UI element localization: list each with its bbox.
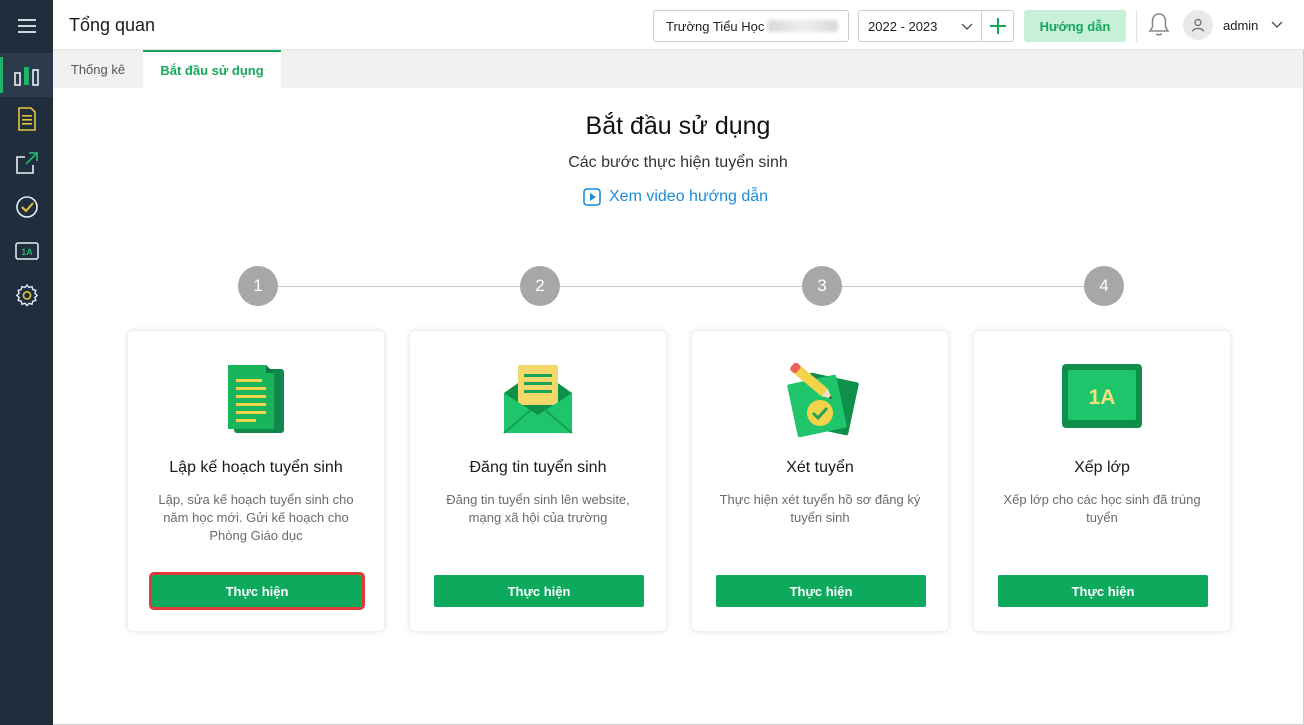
step-number-3: 3	[802, 266, 842, 306]
class-board-icon: 1A	[1062, 364, 1142, 428]
sidebar-item-class[interactable]: 1A	[0, 229, 53, 273]
sidebar-menu-toggle[interactable]	[0, 4, 53, 48]
main-content: Bắt đầu sử dụng Các bước thực hiện tuyển…	[53, 88, 1303, 724]
video-guide-link[interactable]: Xem video hướng dẫn	[583, 188, 768, 206]
step-number-4: 4	[1084, 266, 1124, 306]
checklist-pencil-icon	[787, 363, 859, 438]
bell-icon	[1148, 13, 1170, 36]
step-number-2: 2	[520, 266, 560, 306]
sidebar: 1A	[0, 0, 53, 725]
main-title: Bắt đầu sử dụng	[585, 112, 771, 140]
execute-button-review[interactable]: Thực hiện	[716, 575, 926, 607]
user-name[interactable]: admin	[1223, 18, 1258, 33]
sidebar-item-review[interactable]	[0, 185, 53, 229]
step-title: Xếp lớp	[1074, 459, 1130, 476]
class-board-label: 1A	[1089, 386, 1116, 409]
execute-button-post[interactable]: Thực hiện	[434, 575, 644, 607]
execute-button-plan[interactable]: Thực hiện	[149, 572, 365, 610]
notification-button[interactable]	[1148, 12, 1170, 43]
envelope-icon	[503, 365, 573, 434]
guide-button[interactable]: Hướng dẫn	[1024, 10, 1126, 42]
user-menu-chevron-icon[interactable]	[1271, 20, 1283, 30]
step-card-post: Đăng tin tuyển sinh Đăng tin tuyển sinh …	[409, 330, 667, 632]
check-circle-icon	[15, 196, 38, 218]
step-card-review: Xét tuyển Thực hiện xét tuyển hồ sơ đăng…	[691, 330, 949, 632]
plan-document-icon	[17, 107, 36, 131]
class-1a-label: 1A	[21, 247, 33, 257]
school-year-value: 2022 - 2023	[868, 19, 938, 34]
top-header: Tổng quan Trường Tiểu Học 2022 - 2023 Hư…	[53, 0, 1304, 50]
header-divider	[1136, 10, 1137, 42]
step-title: Đăng tin tuyển sinh	[469, 459, 607, 476]
sidebar-item-post[interactable]	[0, 141, 53, 185]
class-1a-icon: 1A	[14, 242, 39, 260]
add-school-year-button[interactable]	[982, 10, 1014, 42]
user-icon	[1191, 18, 1205, 32]
sidebar-item-settings[interactable]	[0, 273, 53, 317]
sidebar-item-plan[interactable]	[0, 97, 53, 141]
document-icon	[228, 365, 284, 433]
tab-getting-started[interactable]: Bắt đầu sử dụng	[143, 50, 281, 88]
main-subtitle: Các bước thực hiện tuyển sinh	[568, 154, 788, 171]
step-description: Thực hiện xét tuyển hồ sơ đăng ký tuyển …	[719, 492, 921, 525]
step-number-1: 1	[238, 266, 278, 306]
step-title: Xét tuyển	[786, 459, 854, 476]
school-select[interactable]: Trường Tiểu Học	[653, 10, 849, 42]
avatar[interactable]	[1183, 10, 1213, 40]
step-description: Đăng tin tuyển sinh lên website, mạng xã…	[446, 492, 630, 525]
step-description: Lập, sửa kế hoạch tuyển sinh cho năm học…	[158, 492, 354, 543]
step-description: Xếp lớp cho các học sinh đã trúng tuyển	[1003, 492, 1201, 525]
execute-button-class[interactable]: Thực hiện	[998, 575, 1208, 607]
school-year-select[interactable]: 2022 - 2023	[858, 10, 982, 42]
settings-gear-icon	[15, 283, 38, 307]
step-title: Lập kế hoạch tuyển sinh	[169, 459, 343, 476]
video-guide-label: Xem video hướng dẫn	[609, 188, 769, 205]
school-name: Trường Tiểu Học	[666, 19, 765, 34]
menu-icon	[17, 19, 36, 33]
chevron-down-icon	[961, 23, 973, 30]
tab-statistics[interactable]: Thống kê	[53, 50, 143, 88]
plus-icon	[989, 18, 1006, 34]
step-connector-line	[258, 286, 1104, 287]
dashboard-chart-icon	[13, 67, 39, 86]
page-title: Tổng quan	[69, 15, 156, 35]
step-card-plan: Lập kế hoạch tuyển sinh Lập, sửa kế hoạc…	[127, 330, 385, 632]
step-card-class: 1A Xếp lớp Xếp lớp cho các học sinh đã t…	[973, 330, 1231, 632]
post-arrow-icon	[15, 152, 38, 174]
play-icon	[583, 188, 601, 206]
tab-bar: Thống kê Bắt đầu sử dụng	[53, 50, 1303, 88]
sidebar-item-dashboard[interactable]	[0, 53, 53, 97]
school-name-redacted	[768, 20, 839, 32]
